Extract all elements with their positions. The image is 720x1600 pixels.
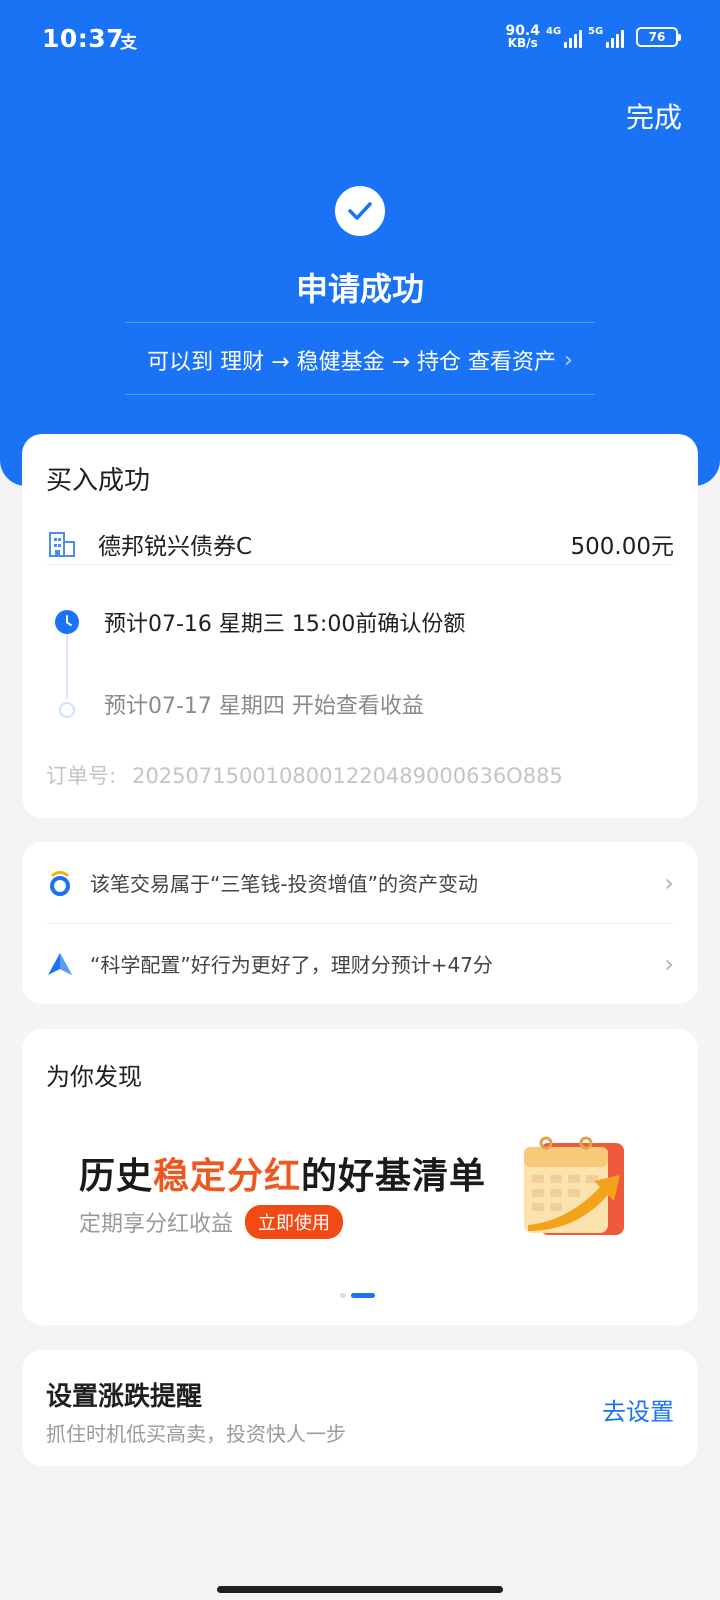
order-number-row: 订单号: 2025071500108001220489000636O885 bbox=[46, 760, 563, 790]
building-icon bbox=[49, 532, 75, 557]
divider bbox=[46, 564, 674, 565]
app-notification-icon: 支 bbox=[120, 33, 137, 53]
purchase-card: 买入成功 德邦锐兴债券C 500.00元 预计07-16 星期三 15:00前确… bbox=[22, 434, 698, 818]
fund-name: 德邦锐兴债券C bbox=[98, 534, 253, 560]
status-bar: 10:37 支 90.4 KB/s 4G 5G 76 bbox=[0, 0, 720, 80]
divider bbox=[125, 394, 595, 395]
banner-headline-suffix: 的好基清单 bbox=[301, 1156, 487, 1197]
signal-4g-icon: 4G bbox=[546, 26, 582, 48]
timeline-pending-dot bbox=[59, 702, 75, 718]
banner-subtitle: 定期享分红收益 bbox=[79, 1212, 234, 1237]
discover-title: 为你发现 bbox=[46, 1063, 142, 1091]
network-speed: 90.4 KB/s bbox=[505, 24, 540, 49]
signal-5g-label: 5G bbox=[588, 25, 604, 37]
purchase-card-title: 买入成功 bbox=[46, 466, 151, 496]
signal-4g-label: 4G bbox=[546, 25, 562, 37]
page-title: 申请成功 bbox=[295, 270, 424, 308]
divider bbox=[125, 322, 595, 323]
banner-subtitle-row: 定期享分红收益 立即使用 bbox=[79, 1205, 344, 1239]
score-row[interactable]: “科学配置”好行为更好了，理财分预计+47分 › bbox=[46, 923, 674, 1004]
banner-headline: 历史稳定分红的好基清单 bbox=[79, 1147, 486, 1199]
triangle-score-icon bbox=[46, 950, 74, 978]
order-number-value: 2025071500108001220489000636O885 bbox=[132, 764, 563, 788]
banner-headline-prefix: 历史 bbox=[79, 1156, 154, 1197]
go-setup-button[interactable]: 去设置 bbox=[602, 1392, 674, 1427]
status-time: 10:37 bbox=[42, 24, 125, 53]
header-banner: 10:37 支 90.4 KB/s 4G 5G 76 完成 申请成功 可以到 理… bbox=[0, 0, 720, 486]
fund-row: 德邦锐兴债券C 500.00元 bbox=[46, 512, 674, 576]
status-indicators: 90.4 KB/s 4G 5G 76 bbox=[505, 24, 681, 49]
info-card: 该笔交易属于“三笔钱-投资增值”的资产变动 › “科学配置”好行为更好了，理财分… bbox=[22, 842, 698, 1004]
chevron-right-icon: › bbox=[664, 949, 674, 978]
banner-headline-highlight: 稳定分红 bbox=[153, 1156, 302, 1197]
purchase-amount: 500.00元 bbox=[570, 534, 674, 560]
home-indicator[interactable] bbox=[217, 1586, 503, 1593]
score-text: “科学配置”好行为更好了，理财分预计+47分 bbox=[90, 953, 493, 977]
price-alert-title: 设置涨跌提醒 bbox=[46, 1382, 203, 1412]
price-alert-subtitle: 抓住时机低买高卖，投资快人一步 bbox=[46, 1422, 346, 1446]
dividend-fund-banner[interactable]: 历史稳定分红的好基清单 定期享分红收益 立即使用 bbox=[22, 1111, 698, 1281]
discover-card: 为你发现 历史稳定分红的好基清单 定期享分红收益 立即使用 bbox=[22, 1029, 698, 1325]
done-button[interactable]: 完成 bbox=[626, 96, 682, 136]
network-speed-unit: KB/s bbox=[507, 36, 538, 50]
order-number-label: 订单号: bbox=[46, 764, 117, 788]
price-alert-card: 设置涨跌提醒 抓住时机低买高卖，投资快人一步 去设置 bbox=[22, 1350, 698, 1466]
use-now-button[interactable]: 立即使用 bbox=[245, 1205, 344, 1239]
calendar-arrow-icon bbox=[524, 1136, 624, 1235]
timeline-step-confirm: 预计07-16 星期三 15:00前确认份额 bbox=[104, 612, 466, 637]
signal-5g-icon: 5G bbox=[588, 26, 624, 48]
view-assets-link[interactable]: 可以到 理财 → 稳健基金 → 持仓 查看资产 › bbox=[0, 344, 720, 376]
battery-icon: 76 bbox=[636, 26, 681, 47]
chevron-right-icon: › bbox=[664, 868, 674, 897]
asset-change-row[interactable]: 该笔交易属于“三笔钱-投资增值”的资产变动 › bbox=[46, 842, 674, 923]
three-money-logo-icon bbox=[46, 869, 74, 897]
asset-change-text: 该笔交易属于“三笔钱-投资增值”的资产变动 bbox=[90, 872, 478, 896]
view-assets-link-text: 可以到 理财 → 稳健基金 → 持仓 查看资产 bbox=[147, 350, 556, 375]
timeline-line bbox=[66, 627, 68, 699]
carousel-indicator bbox=[340, 1293, 375, 1298]
chevron-right-icon: › bbox=[564, 347, 573, 373]
clock-icon bbox=[55, 610, 79, 634]
success-check-icon bbox=[335, 186, 385, 236]
timeline-step-earnings: 预计07-17 星期四 开始查看收益 bbox=[104, 694, 424, 719]
